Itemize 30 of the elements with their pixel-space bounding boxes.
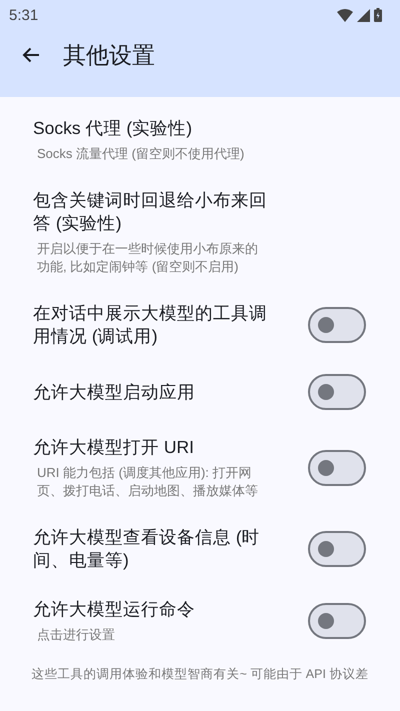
setting-description: Socks 流量代理 (留空则不使用代理) [36, 145, 246, 163]
page-title: 其他设置 [63, 40, 155, 70]
wifi-icon [337, 8, 353, 22]
switch-setting-row[interactable]: 允许大模型运行命令 点击进行设置 [0, 590, 400, 652]
signal-icon [357, 8, 370, 22]
switch-setting-row[interactable]: 允许大模型查看设备信息 (时间、电量等) [0, 518, 400, 580]
back-arrow-icon[interactable] [22, 47, 40, 63]
toggle-switch[interactable] [308, 374, 366, 410]
switch-setting-row[interactable]: 允许大模型启动应用 [0, 366, 400, 418]
setting-title: 允许大模型启动应用 [33, 380, 196, 404]
toggle-switch[interactable] [308, 603, 366, 639]
setting-title: 允许大模型打开 URI [33, 436, 195, 459]
setting-title: Socks 代理 (实验性) [33, 117, 194, 140]
setting-row[interactable]: Socks 代理 (实验性) Socks 流量代理 (留空则不使用代理) [0, 109, 400, 171]
setting-title: 包含关键词时回退给小布来回答 (实验性) [33, 189, 268, 235]
battery-icon [374, 8, 382, 22]
setting-description: URI 能力包括 (调度其他应用): 打开网页、拨打电话、启动地图、播放媒体等 [36, 464, 259, 500]
setting-title: 允许大模型查看设备信息 (时间、电量等) [33, 526, 261, 572]
footer-note: 这些工具的调用体验和模型智商有关~ 可能由于 API 协议差 [30, 666, 370, 683]
switch-setting-row[interactable]: 允许大模型打开 URI URI 能力包括 (调度其他应用): 打开网页、拨打电话、启动地图、播放媒体等 [0, 428, 400, 508]
toggle-switch[interactable] [308, 307, 366, 343]
switch-setting-row[interactable]: 在对话中展示大模型的工具调用情况 (调试用) [0, 294, 400, 356]
status-time: 5:31 [9, 6, 38, 24]
setting-description: 点击进行设置 [36, 626, 116, 644]
setting-row[interactable]: 包含关键词时回退给小布来回答 (实验性) 开启以便于在一些时候使用小布原来的功能, 比如定闹钟等 (留空则不启用) [0, 181, 400, 284]
setting-title: 在对话中展示大模型的工具调用情况 (调试用) [33, 302, 268, 348]
toggle-switch[interactable] [308, 450, 366, 486]
setting-description: 开启以便于在一些时候使用小布原来的功能, 比如定闹钟等 (留空则不启用) [36, 240, 259, 276]
toggle-switch[interactable] [308, 531, 366, 567]
setting-title: 允许大模型运行命令 [33, 598, 196, 621]
